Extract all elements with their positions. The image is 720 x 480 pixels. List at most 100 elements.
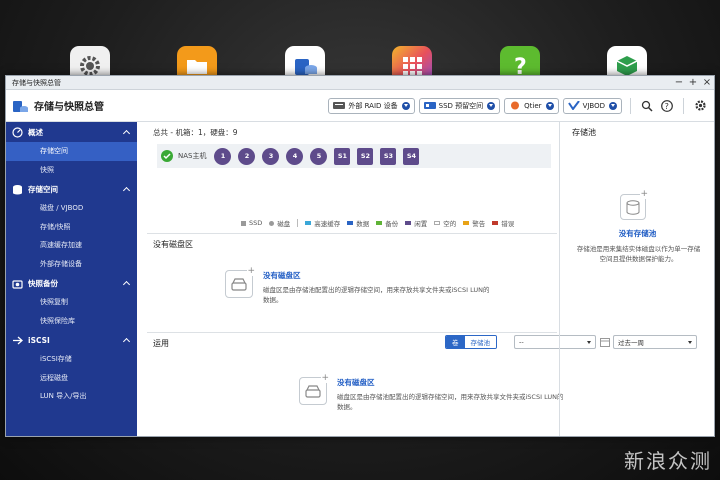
external-raid-label: 外部 RAID 设备 <box>348 101 398 110</box>
sidebar-section-label: 快照备份 <box>28 278 58 288</box>
storage-icon <box>12 184 23 195</box>
sidebar: 概述 存储空间 快照 存储空间 磁盘 / VJBOD 存储/快照 高速缓存加速 … <box>6 122 137 436</box>
search-debug-icon[interactable] <box>639 98 655 114</box>
chevron-up-icon <box>122 280 131 289</box>
empty-pool-title[interactable]: 没有存储池 <box>560 228 715 239</box>
watermark: 新浪众测 <box>624 449 712 473</box>
empty-volume-placeholder: + 没有磁盘区 磁盘区是由存储池配置出的逻辑存储空间，用来存放共享文件夹或iSC… <box>225 267 493 305</box>
legend-swatch <box>269 220 275 226</box>
chevron-up-icon <box>122 129 131 138</box>
disk-legend: SSD 磁盘 高速缓存 数据 备份 闲置 空的 警告 错误 <box>241 218 521 228</box>
legend-swatch <box>347 221 354 225</box>
volume-tab[interactable]: 卷 <box>446 336 465 348</box>
check-icon <box>161 150 173 162</box>
disk-slot[interactable]: 4 <box>286 147 304 165</box>
ssd-slot[interactable]: S1 <box>334 147 351 165</box>
sidebar-section-storage[interactable]: 存储空间 <box>6 179 137 199</box>
storage-pool-heading: 存储池 <box>572 128 596 137</box>
storage-pool-tab[interactable]: 存储池 <box>464 336 496 348</box>
sidebar-section-snapshot-backup[interactable]: 快照备份 <box>6 273 137 293</box>
sidebar-section-label: 存储空间 <box>28 184 58 194</box>
external-raid-button[interactable]: 外部 RAID 设备 <box>328 97 415 114</box>
empty-usage-title[interactable]: 没有磁盘区 <box>337 377 567 388</box>
chevron-up-icon <box>122 337 131 346</box>
raid-device-icon <box>333 102 346 109</box>
sidebar-item-disks-vjbod[interactable]: 磁盘 / VJBOD <box>6 199 137 218</box>
disk-slot[interactable]: 3 <box>262 147 280 165</box>
legend-label: 警告 <box>472 220 486 228</box>
close-icon[interactable]: × <box>700 76 714 90</box>
sidebar-section-overview[interactable]: 概述 <box>6 122 137 142</box>
legend-item: 备份 <box>376 218 398 228</box>
main-panel: 总共 - 机箱：1，硬盘：9 NAS主机 1 2 3 4 5 S1 S2 S3 … <box>137 122 697 436</box>
legend-label: 高速缓存 <box>314 220 341 228</box>
iscsi-icon <box>12 335 23 346</box>
sidebar-item-snapshot-vault[interactable]: 快照保险库 <box>6 312 137 331</box>
legend-swatch <box>376 221 383 225</box>
sidebar-item-lun-import-export[interactable]: LUN 导入/导出 <box>6 387 137 406</box>
legend-divider <box>297 219 299 227</box>
sidebar-section-label: 概述 <box>28 127 43 137</box>
disk-slot[interactable]: 1 <box>214 147 232 165</box>
app-header: 存储与快照总管 外部 RAID 设备 SSD 预留空间 Qtier VJBOD <box>6 90 714 122</box>
empty-usage-desc: 磁盘区是由存储池配置出的逻辑存储空间，用来存放共享文件夹或iSCSI LUN的数… <box>337 393 564 411</box>
legend-item: 警告 <box>463 218 485 228</box>
sidebar-item-remote-disk[interactable]: 远程磁盘 <box>6 369 137 388</box>
disk-slot[interactable]: 5 <box>310 147 328 165</box>
ssd-icon <box>423 102 436 109</box>
section-divider <box>147 233 557 234</box>
sidebar-item-external-storage[interactable]: 外部存储设备 <box>6 255 137 274</box>
no-volume-heading: 没有磁盘区 <box>153 240 193 249</box>
chevron-down-icon <box>487 101 496 110</box>
empty-pool-desc: 存储池是用来集结实体磁盘以作为单一存储空间且提供数据保护能力。 <box>576 245 701 263</box>
chevron-down-icon <box>401 101 410 110</box>
minimize-icon[interactable]: − <box>672 76 686 90</box>
plus-icon: + <box>321 373 329 383</box>
sidebar-item-snapshot-replica[interactable]: 快照复制 <box>6 293 137 312</box>
add-volume-icon[interactable]: + <box>225 267 255 298</box>
legend-label: 闲置 <box>414 220 428 228</box>
storage-manager-window: 存储与快照总管 − + × 存储与快照总管 外部 RAID 设备 SSD 预留空… <box>5 75 715 437</box>
sidebar-item-cache-acceleration[interactable]: 高速缓存加速 <box>6 236 137 255</box>
sidebar-item-snapshot[interactable]: 快照 <box>6 161 137 180</box>
sidebar-section-iscsi[interactable]: iSCSI <box>6 330 137 350</box>
sidebar-item-iscsi-storage[interactable]: iSCSI存储 <box>6 350 137 369</box>
qtier-icon <box>511 101 520 110</box>
ssd-slot[interactable]: S4 <box>403 147 420 165</box>
window-titlebar: 存储与快照总管 − + × <box>6 76 714 90</box>
vjbod-button[interactable]: VJBOD <box>562 97 622 114</box>
storage-pool-panel: 存储池 + 没有存储池 存储池是用来集结实体磁盘以作为单一存储空间且提供数据保护… <box>559 122 714 436</box>
add-storage-pool-icon[interactable]: + <box>620 190 648 220</box>
ssd-slot[interactable]: S2 <box>357 147 374 165</box>
usage-heading: 运用 <box>153 339 169 348</box>
app-logo-icon <box>13 100 28 112</box>
gear-icon[interactable] <box>692 98 708 114</box>
chevron-down-icon <box>609 101 617 110</box>
legend-label: 数据 <box>356 220 370 228</box>
qtier-button[interactable]: Qtier <box>504 97 559 114</box>
volume-select-value: -- <box>519 338 524 346</box>
disk-slot-row: NAS主机 1 2 3 4 5 S1 S2 S3 S4 <box>157 144 551 168</box>
section-divider <box>147 332 557 333</box>
legend-item: SSD <box>241 219 262 227</box>
window-title: 存储与快照总管 <box>12 78 61 87</box>
toolbar-divider <box>630 97 631 114</box>
ssd-overprovision-button[interactable]: SSD 预留空间 <box>418 97 501 114</box>
sidebar-item-storage-space[interactable]: 存储空间 <box>6 142 137 161</box>
sidebar-item-storage-snapshot[interactable]: 存储/快照 <box>6 218 137 237</box>
app-title: 存储与快照总管 <box>34 102 104 113</box>
ssd-overprovision-label: SSD 预留空间 <box>438 101 484 110</box>
nas-host-label: NAS主机 <box>178 152 207 160</box>
legend-label: SSD <box>249 219 263 227</box>
empty-usage-placeholder: + 没有磁盘区 磁盘区是由存储池配置出的逻辑存储空间，用来存放共享文件夹或iSC… <box>299 373 567 412</box>
empty-volume-title[interactable]: 没有磁盘区 <box>263 270 493 281</box>
legend-label: 空的 <box>443 220 457 228</box>
disk-slot[interactable]: 2 <box>238 147 256 165</box>
add-volume-icon[interactable]: + <box>299 373 329 405</box>
sidebar-section-label: iSCSI <box>28 335 50 345</box>
maximize-icon[interactable]: + <box>686 76 700 90</box>
ssd-slot[interactable]: S3 <box>380 147 397 165</box>
desktop-dock: ? <box>0 0 720 86</box>
help-icon[interactable]: ? <box>659 98 675 114</box>
nas-host[interactable]: NAS主机 <box>161 150 206 162</box>
